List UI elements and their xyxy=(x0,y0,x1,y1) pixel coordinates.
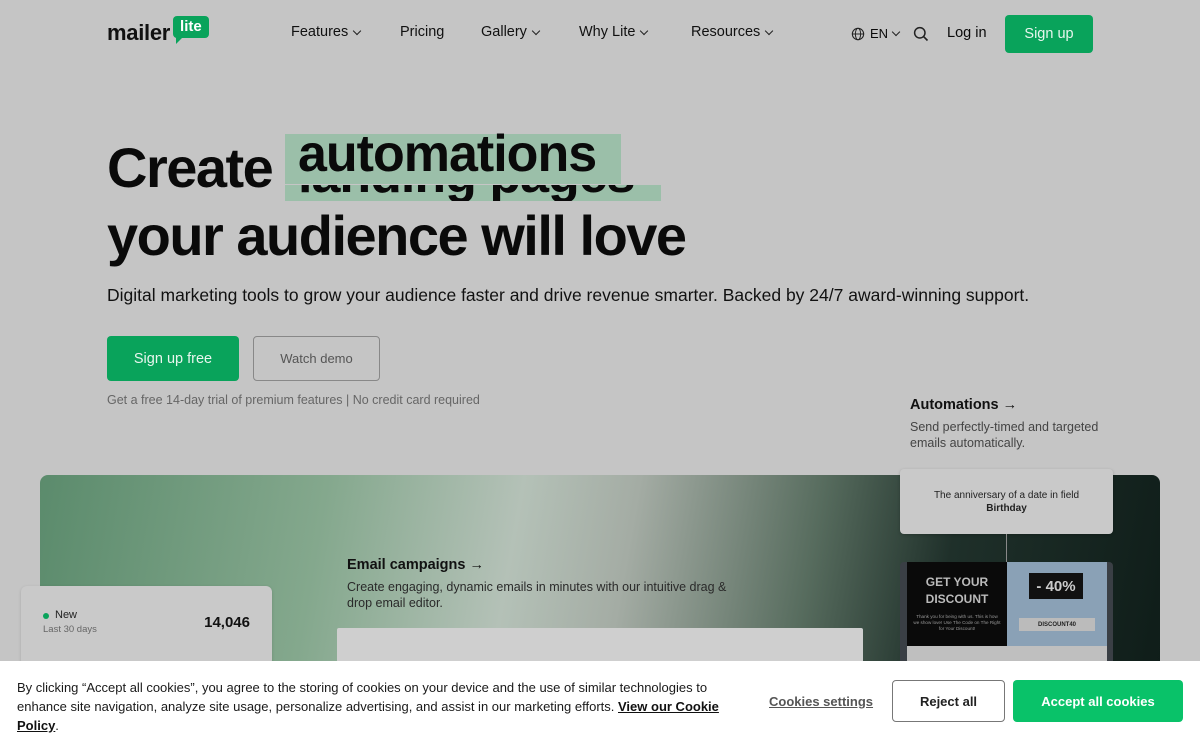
email-preview-left: GET YOUR DISCOUNT Thank you for being wi… xyxy=(907,562,1007,646)
cookie-settings-button[interactable]: Cookies settings xyxy=(769,694,873,709)
nav-resources[interactable]: Resources xyxy=(691,24,774,40)
stat-label: New xyxy=(55,609,78,621)
hero-subtitle: Digital marketing tools to grow your aud… xyxy=(107,285,1030,305)
globe-icon xyxy=(851,27,865,40)
chevron-down-icon xyxy=(891,27,901,37)
status-dot-icon xyxy=(43,613,49,619)
headline-rotating-next-word: landing pages xyxy=(298,185,636,201)
headline-start: Create xyxy=(107,136,274,199)
top-nav: mailer lite Features Pricing Gallery Why… xyxy=(0,0,1200,68)
watch-demo-button[interactable]: Watch demo xyxy=(253,336,380,381)
search-icon[interactable] xyxy=(913,26,929,42)
nav-why-lite-label: Why Lite xyxy=(579,24,636,40)
email-preview-right: - 40% DISCOUNT40 xyxy=(1007,562,1107,646)
nav-features[interactable]: Features xyxy=(291,24,362,40)
cookie-message: By clicking “Accept all cookies”, you ag… xyxy=(17,680,708,714)
email-preview-body: Thank you for being with us. This is how… xyxy=(913,614,1001,631)
workflow-connector xyxy=(1006,534,1007,562)
headline-rotating-word: automations xyxy=(298,125,597,183)
headline-end: your audience will love xyxy=(107,204,687,267)
language-selector[interactable]: EN xyxy=(851,26,901,41)
reject-all-button[interactable]: Reject all xyxy=(892,680,1005,722)
nav-pricing-label: Pricing xyxy=(400,24,445,40)
stat-period: Last 30 days xyxy=(43,624,97,635)
trigger-text-main: The anniversary of a date in field xyxy=(933,489,1080,501)
email-preview-card: GET YOUR DISCOUNT Thank you for being wi… xyxy=(900,562,1113,672)
chevron-down-icon xyxy=(765,26,774,35)
nav-features-label: Features xyxy=(291,24,349,40)
signup-button[interactable]: Sign up xyxy=(1005,15,1093,53)
chevron-down-icon xyxy=(531,26,541,35)
automations-description: Send perfectly-timed and targeted emails… xyxy=(910,420,1099,450)
chevron-down-icon xyxy=(640,26,649,35)
cookie-period: . xyxy=(55,718,59,733)
nav-pricing[interactable]: Pricing xyxy=(400,24,444,40)
email-preview-headline: GET YOUR DISCOUNT xyxy=(925,575,989,606)
language-code: EN xyxy=(870,26,889,41)
discount-percent: - 40% xyxy=(1029,573,1083,599)
trigger-text: The anniversary of a date in field Birth… xyxy=(930,489,1083,515)
email-campaigns-description: Create engaging, dynamic emails in minut… xyxy=(347,580,727,610)
chevron-down-icon xyxy=(352,26,362,35)
discount-code: DISCOUNT40 xyxy=(1019,618,1095,631)
nav-why-lite[interactable]: Why Lite xyxy=(579,24,649,40)
stat-value: 14,046 xyxy=(204,614,250,631)
cookie-banner: By clicking “Accept all cookies”, you ag… xyxy=(0,661,1200,750)
email-campaigns-link[interactable]: Email campaigns → xyxy=(347,557,484,573)
accept-all-cookies-button[interactable]: Accept all cookies xyxy=(1013,680,1183,722)
nav-gallery[interactable]: Gallery xyxy=(481,24,541,40)
cookie-text: By clicking “Accept all cookies”, you ag… xyxy=(17,678,737,735)
nav-resources-label: Resources xyxy=(691,24,761,40)
automation-trigger-card: The anniversary of a date in field Birth… xyxy=(900,469,1113,534)
logo-word: mailer xyxy=(107,20,171,45)
signup-free-button[interactable]: Sign up free xyxy=(107,336,239,381)
mailerlite-logo[interactable]: mailer lite xyxy=(107,16,209,46)
logo-badge: lite xyxy=(173,16,209,44)
trigger-field: Birthday xyxy=(986,502,1027,514)
login-link[interactable]: Log in xyxy=(947,25,987,41)
nav-gallery-label: Gallery xyxy=(481,24,527,40)
subscriber-stat-card: New Last 30 days 14,046 xyxy=(21,586,272,666)
automations-link[interactable]: Automations → xyxy=(910,397,1017,413)
headline-rotating-next: landing pages xyxy=(285,185,661,201)
trial-note: Get a free 14-day trial of premium featu… xyxy=(107,393,480,407)
